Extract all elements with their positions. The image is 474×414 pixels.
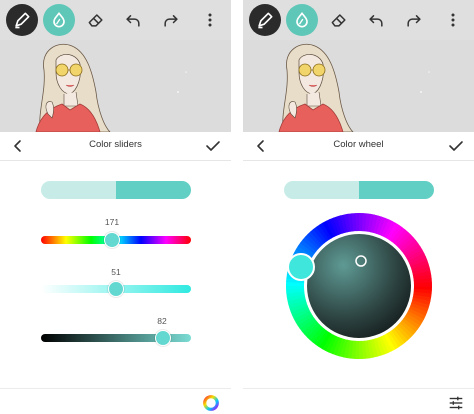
value-slider-thumb[interactable] bbox=[155, 330, 171, 346]
fill-button[interactable] bbox=[286, 4, 318, 36]
fill-button[interactable] bbox=[43, 4, 75, 36]
panel-header: Color wheel bbox=[243, 132, 474, 161]
panel-title: Color sliders bbox=[89, 139, 142, 150]
old-color-swatch[interactable] bbox=[284, 181, 359, 199]
confirm-check-icon[interactable] bbox=[448, 138, 464, 154]
drawing-canvas[interactable] bbox=[243, 40, 474, 132]
saturation-slider-thumb[interactable] bbox=[108, 281, 124, 297]
toolbar bbox=[243, 0, 474, 40]
more-vertical-icon bbox=[451, 13, 455, 27]
toolbar bbox=[0, 0, 231, 40]
fill-drop-icon bbox=[53, 11, 65, 28]
brush-button[interactable] bbox=[6, 4, 38, 36]
confirm-check-icon[interactable] bbox=[205, 138, 221, 154]
panel-divider bbox=[231, 0, 243, 414]
old-color-swatch[interactable] bbox=[41, 181, 116, 199]
artwork-illustration bbox=[278, 44, 430, 132]
more-button[interactable] bbox=[194, 4, 226, 36]
eraser-icon bbox=[331, 14, 346, 27]
color-sliders-panel: Color sliders 171 51 82 bbox=[0, 0, 231, 414]
undo-button[interactable] bbox=[360, 4, 392, 36]
redo-icon bbox=[164, 15, 178, 27]
redo-icon bbox=[407, 15, 421, 27]
hue-value: 171 bbox=[104, 217, 120, 227]
color-wheel-icon[interactable] bbox=[202, 394, 220, 412]
drawing-canvas[interactable] bbox=[0, 40, 231, 132]
hue-slider-thumb[interactable] bbox=[104, 232, 120, 248]
sliders-icon[interactable] bbox=[447, 394, 465, 412]
wheel-content bbox=[243, 161, 474, 385]
redo-button[interactable] bbox=[155, 4, 187, 36]
eraser-button[interactable] bbox=[80, 4, 112, 36]
new-color-swatch bbox=[116, 181, 191, 199]
fill-drop-icon bbox=[296, 11, 308, 28]
sliders-content: 171 51 82 bbox=[0, 161, 231, 385]
panel-header: Color sliders bbox=[0, 132, 231, 161]
hue-picker-thumb[interactable] bbox=[287, 253, 315, 281]
panel-title: Color wheel bbox=[333, 139, 384, 150]
undo-icon bbox=[126, 15, 140, 27]
eraser-button[interactable] bbox=[323, 4, 355, 36]
color-preview bbox=[41, 181, 191, 199]
value-value: 82 bbox=[157, 316, 167, 326]
more-vertical-icon bbox=[208, 13, 212, 27]
redo-button[interactable] bbox=[398, 4, 430, 36]
new-color-swatch bbox=[359, 181, 434, 199]
brush-icon bbox=[258, 12, 273, 29]
color-wheel[interactable] bbox=[243, 211, 474, 361]
bottom-bar bbox=[0, 388, 231, 414]
saturation-value-area[interactable] bbox=[307, 234, 411, 338]
more-button[interactable] bbox=[437, 4, 469, 36]
brush-button[interactable] bbox=[249, 4, 281, 36]
color-wheel-panel: Color wheel bbox=[243, 0, 474, 414]
undo-icon bbox=[369, 15, 383, 27]
saturation-value: 51 bbox=[111, 267, 121, 277]
artwork-illustration bbox=[35, 44, 187, 132]
bottom-bar bbox=[243, 388, 474, 414]
eraser-icon bbox=[88, 14, 103, 27]
color-preview bbox=[284, 181, 434, 199]
brush-icon bbox=[15, 12, 30, 29]
undo-button[interactable] bbox=[117, 4, 149, 36]
